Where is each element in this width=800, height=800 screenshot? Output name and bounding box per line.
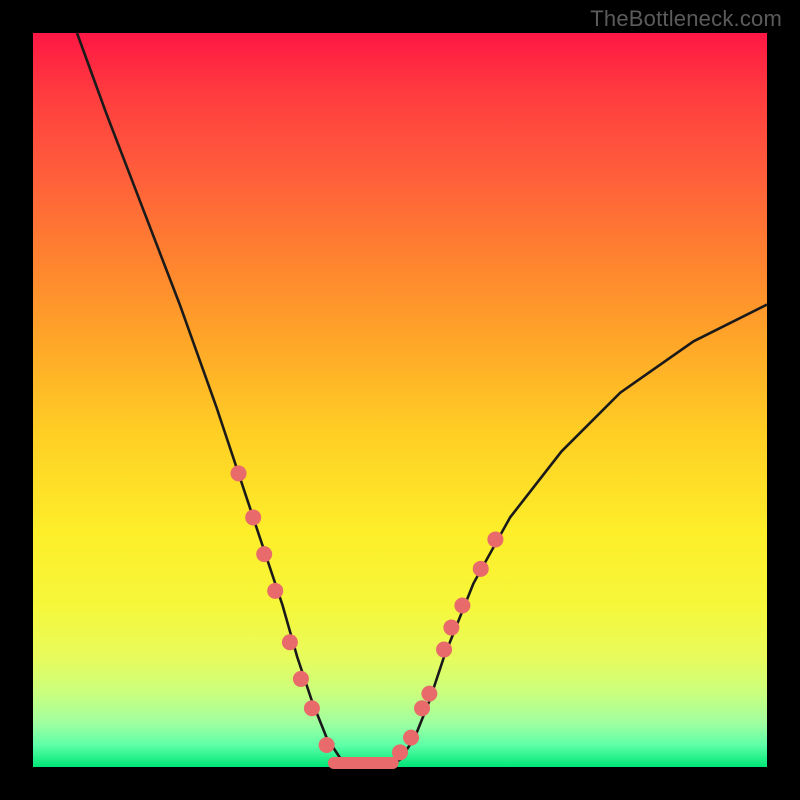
marker-dot <box>403 730 419 746</box>
marker-dot <box>414 700 430 716</box>
marker-dot <box>487 531 503 547</box>
marker-dot <box>245 509 261 525</box>
marker-dot <box>304 700 320 716</box>
bottleneck-curve <box>77 33 767 767</box>
marker-group <box>231 465 504 760</box>
chart-svg <box>33 33 767 767</box>
marker-dot <box>319 737 335 753</box>
marker-dot <box>443 620 459 636</box>
marker-dot <box>282 634 298 650</box>
marker-dot <box>454 598 470 614</box>
marker-dot <box>421 686 437 702</box>
marker-dot <box>436 642 452 658</box>
marker-dot <box>392 744 408 760</box>
marker-dot <box>256 546 272 562</box>
chart-frame: TheBottleneck.com <box>0 0 800 800</box>
marker-dot <box>473 561 489 577</box>
marker-dot <box>267 583 283 599</box>
plot-area <box>33 33 767 767</box>
marker-dot <box>231 465 247 481</box>
marker-dot <box>293 671 309 687</box>
watermark-text: TheBottleneck.com <box>590 6 782 32</box>
